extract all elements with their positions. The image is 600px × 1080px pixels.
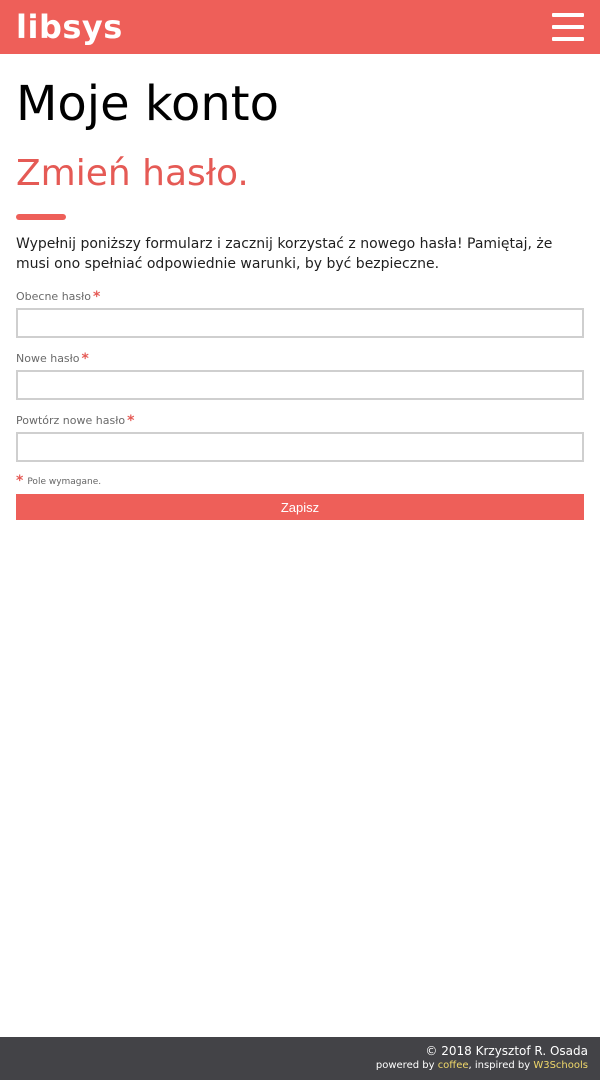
new-password-input[interactable] bbox=[16, 370, 584, 400]
repeat-password-input[interactable] bbox=[16, 432, 584, 462]
field-repeat-password: Powtórz nowe hasło * bbox=[16, 414, 584, 462]
change-password-form: Obecne hasło * Nowe hasło * Powtórz nowe… bbox=[16, 290, 584, 520]
hamburger-icon[interactable] bbox=[552, 13, 584, 41]
field-label: Powtórz nowe hasło * bbox=[16, 414, 584, 428]
top-bar: libsys bbox=[0, 0, 600, 54]
footer-copyright: © 2018 Krzysztof R. Osada bbox=[425, 1044, 588, 1058]
field-new-password: Nowe hasło * bbox=[16, 352, 584, 400]
required-asterisk: * bbox=[81, 351, 89, 367]
required-asterisk: * bbox=[93, 289, 101, 305]
field-label-text: Obecne hasło bbox=[16, 290, 91, 303]
section-title: Zmień hasło. bbox=[16, 153, 249, 194]
intro-text: Wypełnij poniższy formularz i zacznij ko… bbox=[16, 236, 553, 272]
field-label: Nowe hasło * bbox=[16, 352, 584, 366]
field-label-text: Nowe hasło bbox=[16, 352, 80, 365]
page-title: Moje konto bbox=[16, 76, 279, 132]
accent-divider bbox=[16, 214, 66, 220]
footer-powered-prefix: powered by bbox=[375, 1060, 438, 1071]
w3schools-link[interactable]: W3Schools bbox=[533, 1060, 588, 1071]
required-asterisk: * bbox=[127, 413, 135, 429]
current-password-input[interactable] bbox=[16, 308, 584, 338]
hamburger-line bbox=[552, 37, 584, 41]
hamburger-line bbox=[552, 13, 584, 17]
brand-logo[interactable]: libsys bbox=[16, 0, 123, 54]
required-note: * Pole wymagane. bbox=[16, 474, 584, 488]
field-current-password: Obecne hasło * bbox=[16, 290, 584, 338]
coffee-link[interactable]: coffee bbox=[438, 1060, 469, 1071]
save-button[interactable]: Zapisz bbox=[16, 494, 584, 520]
required-asterisk: * bbox=[16, 473, 24, 489]
field-label: Obecne hasło * bbox=[16, 290, 584, 304]
hamburger-line bbox=[552, 25, 584, 29]
footer: © 2018 Krzysztof R. Osada powered by cof… bbox=[0, 1037, 600, 1080]
required-note-text: Pole wymagane. bbox=[27, 477, 102, 487]
field-label-text: Powtórz nowe hasło bbox=[16, 414, 126, 427]
footer-inspired-prefix: , inspired by bbox=[468, 1060, 534, 1071]
page: libsys Moje konto Zmień hasło. Wypełnij … bbox=[0, 0, 600, 1080]
main-content: Moje konto Zmień hasło. Wypełnij poniższ… bbox=[0, 54, 600, 520]
footer-credits: powered by coffee, inspired by W3Schools bbox=[12, 1059, 588, 1073]
